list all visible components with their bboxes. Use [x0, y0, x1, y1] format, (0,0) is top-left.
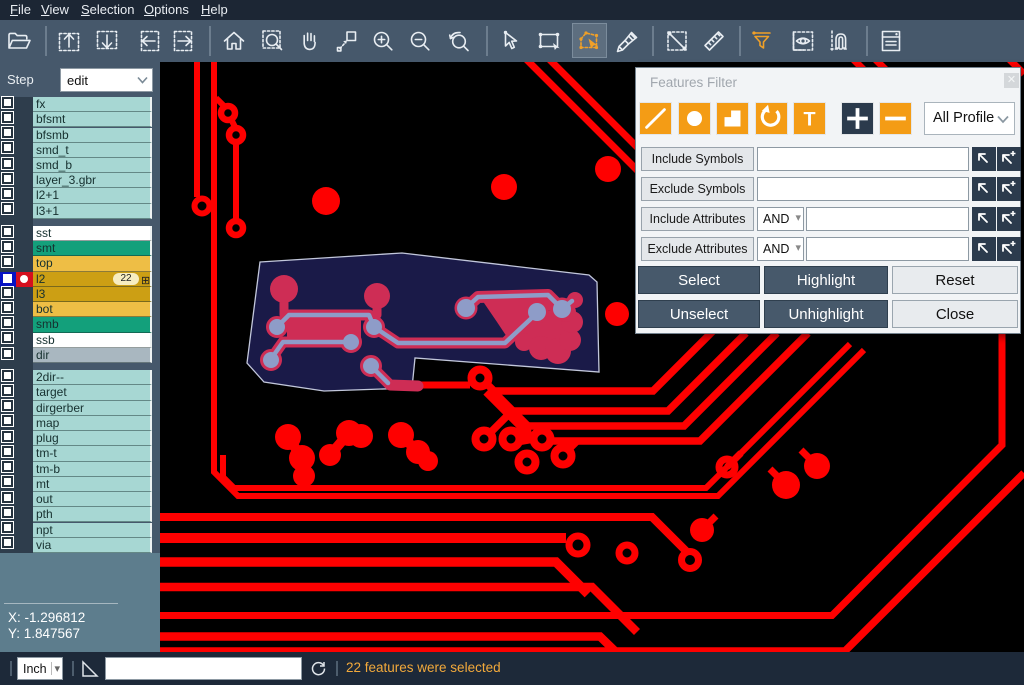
svg-text:T: T — [803, 109, 815, 131]
